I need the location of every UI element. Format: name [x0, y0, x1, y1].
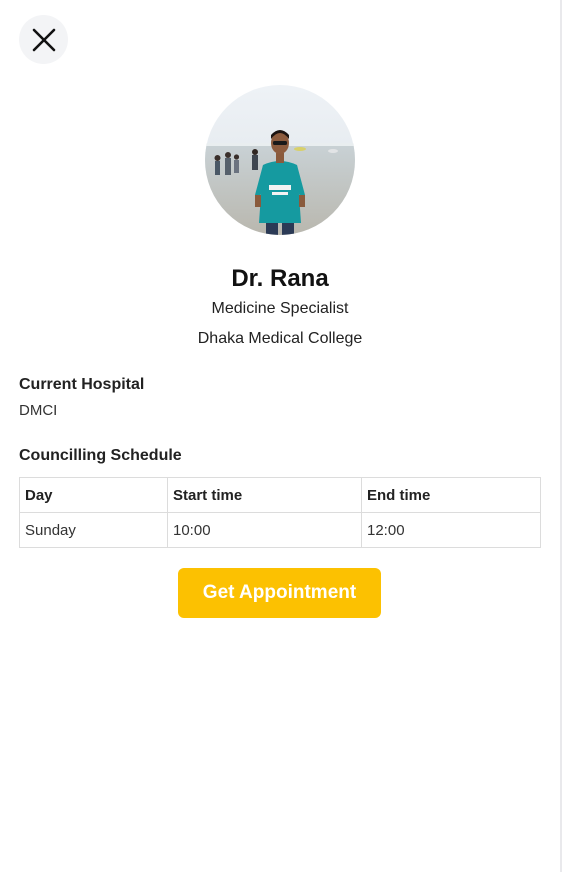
schedule-table: Day Start time End time Sunday 10:00 12:…	[19, 477, 541, 548]
table-row: Sunday 10:00 12:00	[19, 512, 541, 548]
current-hospital-value: DMCI	[19, 402, 58, 419]
close-icon	[32, 28, 55, 51]
doctor-detail-panel: Dr. Rana Medicine Specialist Dhaka Medic…	[0, 0, 562, 872]
profile-photo	[205, 85, 355, 235]
get-appointment-button[interactable]: Get Appointment	[178, 568, 381, 618]
close-button[interactable]	[19, 15, 68, 64]
column-header-day: Day	[19, 477, 168, 513]
doctor-name: Dr. Rana	[231, 265, 329, 292]
schedule-heading: Councilling Schedule	[19, 447, 182, 464]
cell-day: Sunday	[19, 512, 168, 548]
cell-start-time: 10:00	[167, 512, 362, 548]
doctor-specialty: Medicine Specialist	[211, 300, 349, 317]
avatar	[205, 85, 355, 235]
cell-end-time: 12:00	[361, 512, 541, 548]
schedule-header-row: Day Start time End time	[19, 477, 541, 513]
column-header-end-time: End time	[361, 477, 541, 513]
doctor-college: Dhaka Medical College	[197, 330, 363, 347]
column-header-start-time: Start time	[167, 477, 362, 513]
current-hospital-heading: Current Hospital	[19, 376, 145, 393]
